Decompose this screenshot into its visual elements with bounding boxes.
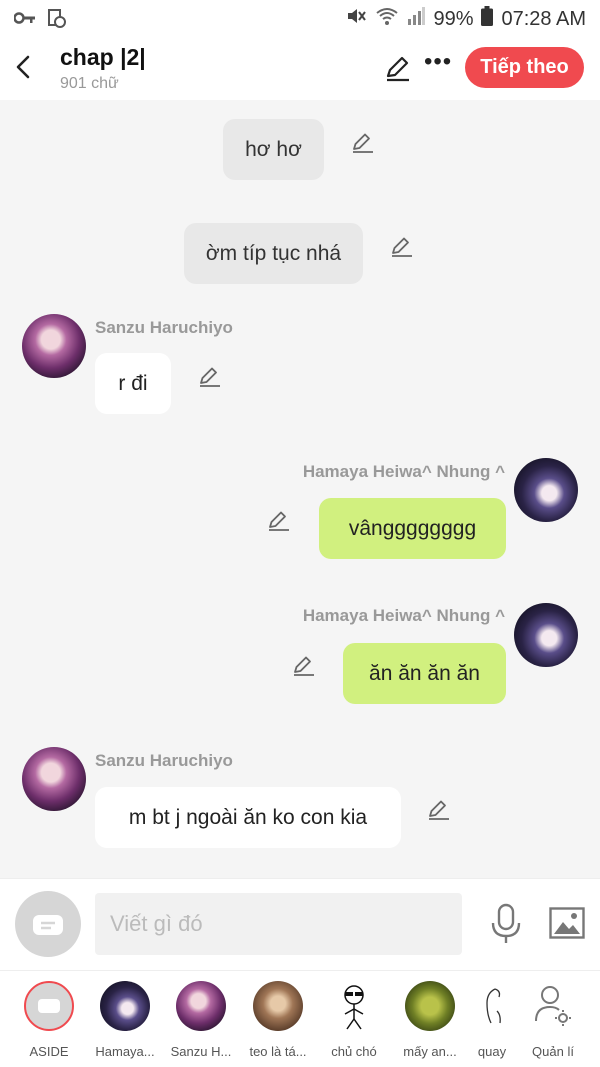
hamaya-avatar <box>100 981 150 1031</box>
sender-name: Hamaya Heiwa^ Nhung ^ <box>302 606 505 625</box>
chat-area: hơ hơ ờm típ tục nhá Sanzu Haruchiyo r đ… <box>0 100 600 878</box>
message-bubble[interactable]: vângggggggg <box>319 498 506 559</box>
chapter-title: chap |2| <box>60 44 146 70</box>
message-bubble[interactable]: ăn ăn ăn ăn <box>343 643 506 704</box>
character-label: teo là tá... <box>249 1044 307 1059</box>
hamaya-avatar[interactable] <box>514 458 578 522</box>
character-manage[interactable]: Quản lí <box>516 981 590 1059</box>
manage-user-icon <box>528 981 578 1031</box>
sketch-figure-icon <box>467 981 517 1031</box>
message-input[interactable] <box>95 893 462 955</box>
more-options-icon[interactable]: ••• <box>424 48 452 76</box>
signal-icon <box>407 7 426 31</box>
next-button[interactable]: Tiếp theo <box>465 47 584 88</box>
wifi-icon <box>375 6 399 32</box>
sanzu-avatar <box>176 981 226 1031</box>
aside-toggle-button[interactable] <box>15 891 81 957</box>
character-label: Sanzu H... <box>170 1044 232 1059</box>
sender-name: Hamaya Heiwa^ Nhung ^ <box>302 462 505 481</box>
edit-message-icon[interactable] <box>350 130 376 156</box>
character-label: Hamaya... <box>95 1044 155 1059</box>
character-label: Quản lí <box>532 1044 574 1059</box>
image-upload-icon[interactable] <box>549 907 585 939</box>
message-bubble[interactable]: m bt j ngoài ăn ko con kia <box>95 787 401 848</box>
character-aside[interactable]: ASIDE <box>12 981 86 1059</box>
sanzu-avatar[interactable] <box>22 747 86 811</box>
edit-message-icon[interactable] <box>197 364 223 390</box>
edit-pencil-icon[interactable] <box>384 54 412 82</box>
microphone-icon[interactable] <box>489 903 523 945</box>
character-label: ASIDE <box>29 1044 69 1059</box>
hamaya-avatar[interactable] <box>514 603 578 667</box>
character-hamaya[interactable]: Hamaya... <box>88 981 162 1059</box>
teo-avatar <box>253 981 303 1031</box>
back-arrow-icon[interactable] <box>12 52 36 82</box>
word-count: 901 chữ <box>60 75 119 92</box>
character-chu-cho[interactable]: chủ chó <box>317 981 391 1059</box>
edit-message-icon[interactable] <box>266 508 292 534</box>
aside-icon <box>33 915 63 935</box>
narration-bubble[interactable]: hơ hơ <box>223 119 324 180</box>
narration-bubble[interactable]: ờm típ tục nhá <box>184 223 363 284</box>
stickman-sunglasses-icon <box>329 981 379 1031</box>
character-sanzu[interactable]: Sanzu H... <box>164 981 238 1059</box>
sender-name: Sanzu Haruchiyo <box>95 318 233 337</box>
chat-header: chap |2| 901 chữ ••• Tiếp theo <box>0 36 600 100</box>
character-selector: ASIDE Hamaya... Sanzu H... teo là tá... … <box>0 970 600 1067</box>
shrek-avatar <box>405 981 455 1031</box>
key-icon <box>13 11 36 30</box>
battery-percent: 99% <box>433 7 474 30</box>
message-bubble[interactable]: r đi <box>95 353 171 414</box>
mute-icon <box>345 6 367 32</box>
storage-clock-icon <box>46 8 66 33</box>
character-label: chủ chó <box>331 1044 377 1059</box>
clock-time: 07:28 AM <box>501 7 586 30</box>
sanzu-avatar[interactable] <box>22 314 86 378</box>
status-bar: 99% 07:28 AM <box>0 0 600 36</box>
aside-icon <box>24 981 74 1031</box>
edit-message-icon[interactable] <box>389 234 415 260</box>
battery-icon <box>481 6 494 32</box>
edit-message-icon[interactable] <box>426 797 452 823</box>
edit-message-icon[interactable] <box>291 653 317 679</box>
sender-name: Sanzu Haruchiyo <box>95 751 233 770</box>
message-input-bar <box>0 878 600 970</box>
character-teo[interactable]: teo là tá... <box>241 981 315 1059</box>
